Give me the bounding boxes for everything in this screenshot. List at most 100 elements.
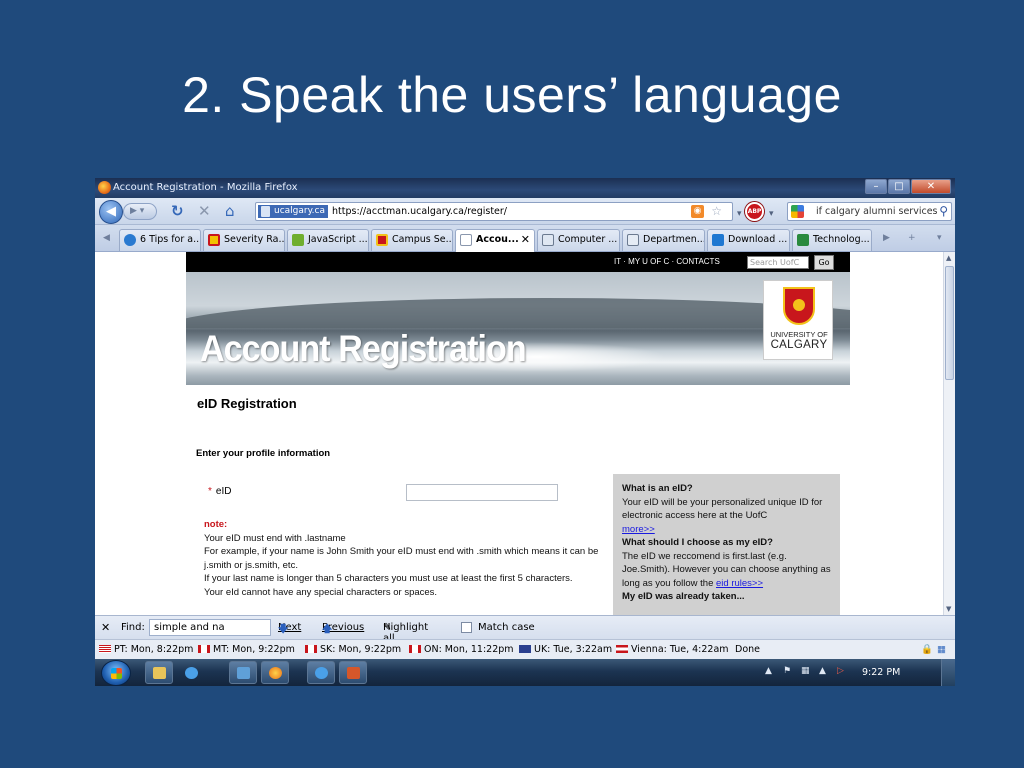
minimize-button[interactable]: – bbox=[865, 179, 887, 194]
lock-icon[interactable]: 🔒 bbox=[921, 644, 933, 655]
tab-campus[interactable]: Campus Se... bbox=[371, 229, 453, 251]
utility-bar: IT · MY U OF C · CONTACTS Search UofC Go bbox=[186, 252, 850, 272]
timezone-sk[interactable]: SK: Mon, 9:22pm bbox=[305, 644, 401, 655]
taskbar-explorer-button[interactable] bbox=[145, 661, 173, 684]
show-desktop-button[interactable] bbox=[941, 659, 955, 686]
match-case-label[interactable]: Match case bbox=[478, 622, 535, 633]
google-search-engine-icon[interactable] bbox=[791, 205, 804, 218]
forward-button[interactable]: ▶ ▾ bbox=[123, 203, 157, 220]
network-icon[interactable]: ▦ bbox=[801, 666, 810, 676]
back-button[interactable]: ◀ bbox=[99, 200, 123, 224]
status-bar: PT: Mon, 8:22pm MT: Mon, 9:22pm SK: Mon,… bbox=[95, 639, 955, 659]
taskbar-clock[interactable]: 9:22 PM bbox=[862, 667, 900, 678]
help-question: What is an eID? bbox=[622, 483, 693, 494]
match-case-checkbox[interactable] bbox=[461, 622, 472, 633]
tab-computer[interactable]: Computer ... bbox=[537, 229, 620, 251]
maximize-button[interactable]: □ bbox=[888, 179, 910, 194]
search-bar[interactable]: if calgary alumni services ⚲ bbox=[787, 202, 952, 221]
tab-list-icon[interactable]: ▾ bbox=[937, 233, 942, 243]
tab-scroll-right-icon[interactable]: ▶ bbox=[883, 233, 890, 243]
site-identity-button[interactable]: ucalgary.ca bbox=[258, 205, 328, 218]
window-titlebar[interactable]: Account Registration - Mozilla Firefox –… bbox=[95, 178, 955, 198]
top-links[interactable]: IT · MY U OF C · CONTACTS bbox=[614, 257, 720, 266]
adblock-dropdown-icon[interactable]: ▾ bbox=[769, 206, 774, 222]
start-button[interactable] bbox=[101, 660, 131, 686]
find-previous-button[interactable]: 🡅 Previous bbox=[322, 622, 364, 635]
bookmark-star-icon[interactable]: ☆ bbox=[711, 204, 722, 218]
close-find-bar-icon[interactable]: ✕ bbox=[101, 621, 110, 634]
adblock-plus-icon[interactable]: ABP bbox=[745, 202, 764, 221]
go-button[interactable]: Go bbox=[814, 255, 834, 270]
url-dropdown-icon[interactable]: ▾ bbox=[737, 206, 742, 222]
app-icon bbox=[237, 667, 250, 679]
show-hidden-icons[interactable]: ▲ bbox=[765, 666, 772, 676]
search-icon[interactable]: ⚲ bbox=[939, 204, 948, 218]
taskbar-ie2-button[interactable] bbox=[307, 661, 335, 684]
tab-scroll-left-icon[interactable]: ◀ bbox=[103, 233, 110, 243]
taskbar-app-button[interactable] bbox=[229, 661, 257, 684]
taskbar-powerpoint-button[interactable] bbox=[339, 661, 367, 684]
download-icon bbox=[712, 234, 724, 246]
rss-feed-icon[interactable]: ◉ bbox=[691, 205, 704, 218]
timezone-vienna[interactable]: Vienna: Tue, 4:22am bbox=[616, 644, 729, 655]
close-tab-icon[interactable]: ✕ bbox=[521, 230, 530, 250]
scrollbar-thumb[interactable] bbox=[945, 266, 954, 380]
find-bar: ✕ Find: simple and na 🡇 Next 🡅 Previous … bbox=[95, 615, 955, 644]
close-button[interactable]: ✕ bbox=[911, 179, 951, 194]
tab-6-tips[interactable]: 6 Tips for a... bbox=[119, 229, 201, 251]
timezone-pt[interactable]: PT: Mon, 8:22pm bbox=[99, 644, 193, 655]
scroll-up-icon[interactable]: ▲ bbox=[946, 254, 951, 262]
powerpoint-icon bbox=[347, 667, 360, 679]
tab-technology[interactable]: Technolog... bbox=[792, 229, 872, 251]
stop-icon[interactable]: ✕ bbox=[198, 203, 211, 219]
navigation-toolbar: ◀ ▶ ▾ ↻ ✕ ⌂ ucalgary.ca https://acctman.… bbox=[95, 198, 955, 225]
tab-department[interactable]: Departmen... bbox=[622, 229, 705, 251]
help-answer: Your eID will be your personalized uniqu… bbox=[622, 496, 823, 522]
campus-icon bbox=[376, 234, 388, 246]
find-next-button[interactable]: 🡇 Next bbox=[278, 622, 301, 635]
system-tray: ▲ ⚑ ▦ ▲ ▷ 9:22 PM bbox=[755, 659, 955, 686]
university-logo[interactable]: UNIVERSITY OF CALGARY bbox=[763, 280, 833, 360]
eid-field[interactable] bbox=[406, 484, 558, 501]
flag-icon[interactable]: ⚑ bbox=[783, 666, 791, 676]
slide-title: 2. Speak the users’ language bbox=[182, 67, 842, 123]
note-line: Your eID must end with .lastname bbox=[204, 532, 346, 544]
more-link[interactable]: more>> bbox=[622, 524, 655, 535]
window-title: Account Registration - Mozilla Firefox bbox=[113, 182, 298, 193]
search-input[interactable]: if calgary alumni services bbox=[816, 206, 937, 217]
help-question: What should I choose as my eID? bbox=[622, 537, 773, 548]
javascript-icon bbox=[292, 234, 304, 246]
volume-muted-icon[interactable]: ▷ bbox=[837, 666, 844, 676]
registration-page: IT · MY U OF C · CONTACTS Search UofC Go… bbox=[186, 252, 850, 615]
new-tab-icon[interactable]: + bbox=[908, 233, 916, 243]
url-bar[interactable]: ucalgary.ca https://acctman.ucalgary.ca/… bbox=[255, 202, 733, 221]
reload-icon[interactable]: ↻ bbox=[171, 203, 184, 219]
canada-flag-icon bbox=[198, 645, 210, 653]
page-viewport: IT · MY U OF C · CONTACTS Search UofC Go… bbox=[95, 252, 943, 615]
timezone-mt[interactable]: MT: Mon, 9:22pm bbox=[198, 644, 295, 655]
taskbar-ie-button[interactable] bbox=[177, 661, 205, 684]
timezone-uk[interactable]: UK: Tue, 3:22am bbox=[519, 644, 612, 655]
department-icon bbox=[627, 234, 639, 246]
tab-download[interactable]: Download ... bbox=[707, 229, 790, 251]
vertical-scrollbar[interactable]: ▲ ▼ bbox=[943, 252, 955, 615]
folder-icon bbox=[153, 667, 166, 679]
url-text[interactable]: https://acctman.ucalgary.ca/register/ bbox=[332, 206, 507, 217]
tab-severity[interactable]: Severity Ra... bbox=[203, 229, 285, 251]
page-icon bbox=[460, 234, 472, 246]
banner-title: Account Registration bbox=[200, 328, 527, 369]
timezone-on[interactable]: ON: Mon, 11:22pm bbox=[409, 644, 514, 655]
addon-icon[interactable]: ▦ bbox=[937, 644, 946, 655]
severity-icon bbox=[208, 234, 220, 246]
find-input[interactable]: simple and na bbox=[149, 619, 271, 636]
home-icon[interactable]: ⌂ bbox=[225, 203, 235, 219]
tab-javascript[interactable]: JavaScript ... bbox=[287, 229, 369, 251]
eid-rules-link[interactable]: eid rules>> bbox=[716, 578, 763, 589]
site-search-input[interactable]: Search UofC bbox=[747, 256, 809, 269]
taskbar-firefox-button[interactable] bbox=[261, 661, 289, 684]
arrow-down-icon: 🡇 bbox=[278, 624, 289, 635]
canada-flag-icon bbox=[305, 645, 317, 653]
tab-account-registration[interactable]: Accou... ✕ bbox=[455, 229, 535, 252]
signal-icon[interactable]: ▲ bbox=[819, 666, 826, 676]
scroll-down-icon[interactable]: ▼ bbox=[946, 605, 951, 613]
